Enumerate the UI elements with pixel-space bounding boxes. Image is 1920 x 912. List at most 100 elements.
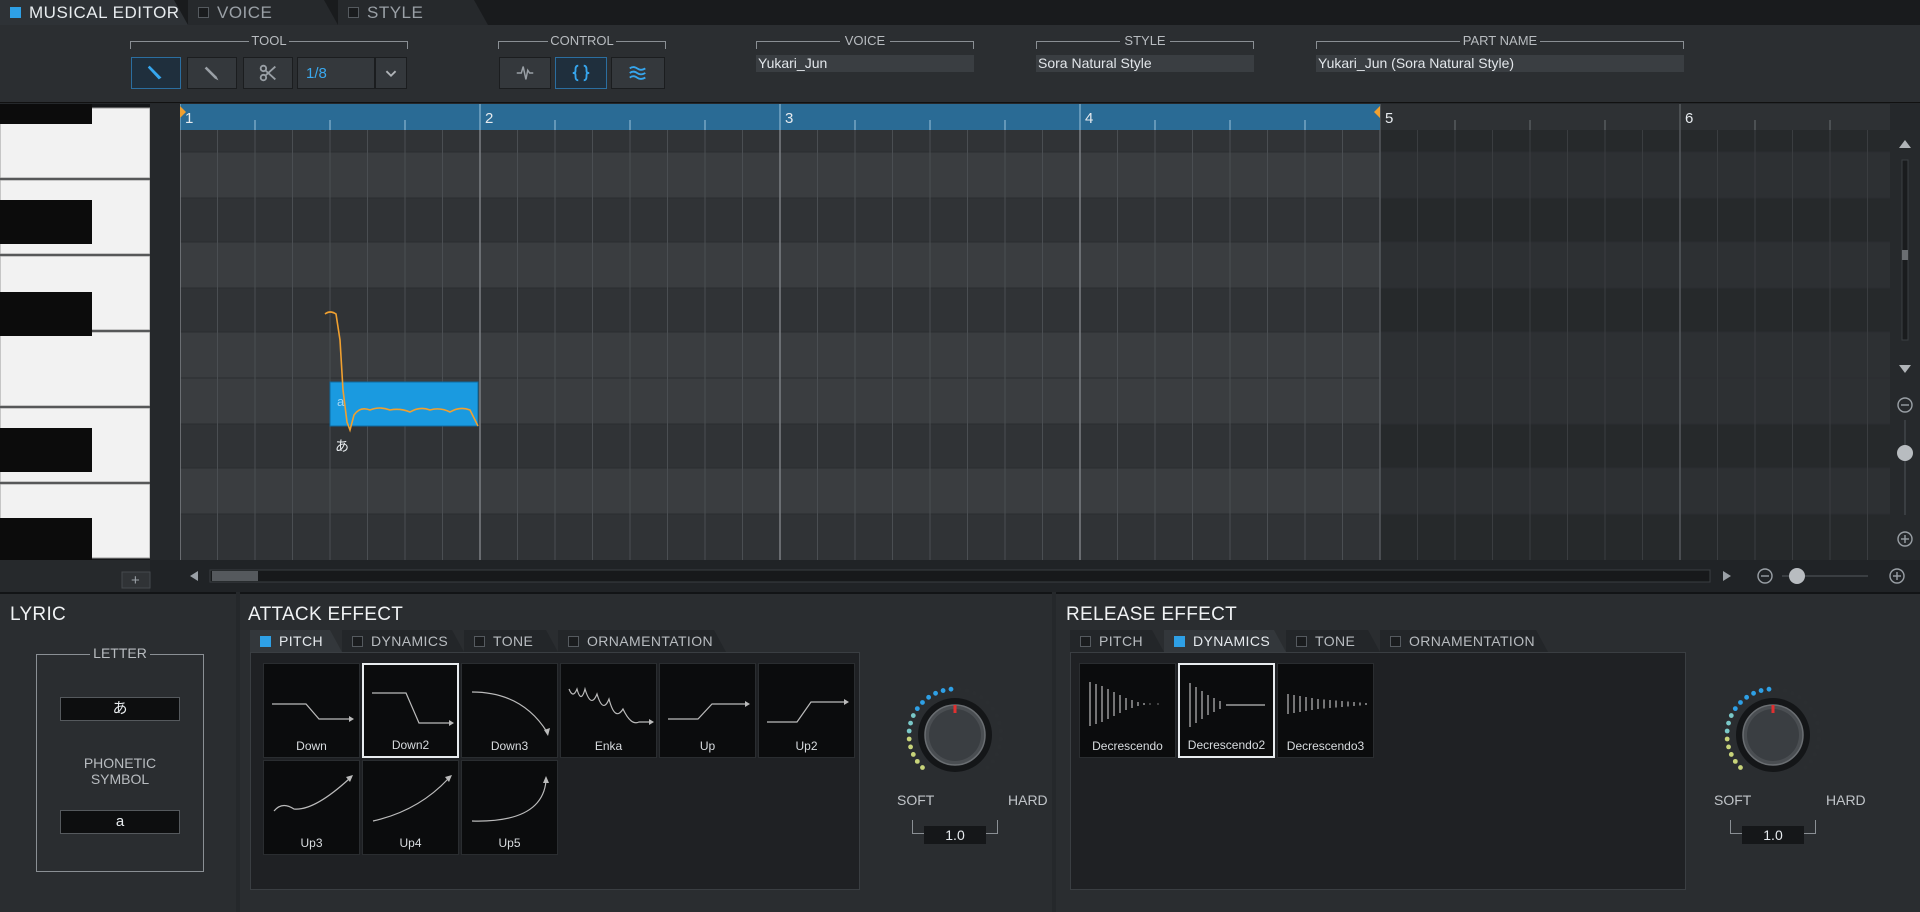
release-hard-label: HARD bbox=[1826, 792, 1866, 808]
knob-level-dot bbox=[906, 736, 912, 742]
timeline-ruler-outside-loop[interactable]: 5 6 bbox=[1380, 104, 1890, 130]
knob-level-dot bbox=[1758, 688, 1764, 693]
knob-level-dot bbox=[990, 706, 996, 712]
effect-label: Up5 bbox=[498, 836, 521, 850]
tab-voice[interactable]: VOICE bbox=[188, 0, 338, 25]
plus-icon: + bbox=[131, 572, 140, 589]
knob-level-dot bbox=[1726, 744, 1731, 750]
checkbox[interactable] bbox=[1080, 636, 1091, 647]
voice-group-title: VOICE bbox=[840, 33, 890, 48]
quantize-dropdown-button[interactable] bbox=[375, 57, 407, 89]
knob-level-dot bbox=[908, 720, 913, 726]
attack-intensity-value[interactable]: 1.0 bbox=[924, 826, 986, 844]
effect-tile-up5[interactable]: Up5 bbox=[461, 760, 558, 855]
effect-tile-decrescendo[interactable]: Decrescendo bbox=[1079, 663, 1176, 758]
effect-tile-enka[interactable]: Enka bbox=[560, 663, 657, 758]
style-field[interactable]: Sora Natural Style bbox=[1036, 55, 1254, 72]
knob-level-dot bbox=[1728, 713, 1734, 718]
attack-intensity-knob[interactable] bbox=[900, 680, 1010, 790]
checkbox[interactable] bbox=[474, 636, 485, 647]
effect-tile-up[interactable]: Up bbox=[659, 663, 756, 758]
vertical-zoom-slider-thumb[interactable] bbox=[1897, 445, 1913, 461]
effect-tile-up2[interactable]: Up2 bbox=[758, 663, 855, 758]
checkbox[interactable] bbox=[348, 7, 359, 18]
scroll-left-icon[interactable] bbox=[190, 571, 198, 581]
release-intensity-value[interactable]: 1.0 bbox=[1742, 826, 1804, 844]
tab-musical-editor[interactable]: MUSICAL EDITOR bbox=[0, 0, 188, 25]
knob-level-dot bbox=[910, 713, 916, 718]
effect-label: Decrescendo2 bbox=[1187, 738, 1266, 752]
brackets-control-button[interactable] bbox=[555, 57, 607, 89]
pencil-tool-button[interactable] bbox=[187, 57, 237, 89]
knob-level-dot bbox=[914, 758, 920, 764]
checkbox[interactable] bbox=[352, 636, 363, 647]
lyric-panel: LYRIC LETTER あ PHONETIC SYMBOL a bbox=[0, 592, 236, 912]
checkbox[interactable] bbox=[260, 636, 271, 647]
bar-number: 4 bbox=[1085, 110, 1094, 127]
vibrato-control-button[interactable] bbox=[611, 57, 665, 89]
knob-level-dot bbox=[1815, 744, 1820, 750]
attack-tab-ornamentation[interactable]: ORNAMENTATION bbox=[558, 630, 726, 652]
checkbox[interactable] bbox=[1296, 636, 1307, 647]
scroll-down-icon[interactable] bbox=[1899, 365, 1911, 373]
quantize-select[interactable]: 1/8 bbox=[297, 57, 375, 89]
effect-tile-down3[interactable]: Down3 bbox=[461, 663, 558, 758]
timeline-ruler[interactable]: 1 2 3 4 bbox=[180, 104, 1380, 130]
vertical-scrollbar[interactable] bbox=[1890, 130, 1920, 560]
pitch-control-button[interactable] bbox=[499, 57, 551, 89]
part-name-field[interactable]: Yukari_Jun (Sora Natural Style) bbox=[1316, 55, 1684, 72]
tab-label: MUSICAL EDITOR bbox=[29, 2, 180, 22]
release-intensity-knob[interactable] bbox=[1718, 680, 1828, 790]
scroll-thumb[interactable] bbox=[1902, 250, 1908, 260]
effect-tile-down[interactable]: Down bbox=[263, 663, 360, 758]
voice-field[interactable]: Yukari_Jun bbox=[756, 55, 974, 72]
checkbox[interactable] bbox=[198, 7, 209, 18]
phonetic-symbol-input[interactable]: a bbox=[60, 810, 180, 834]
scissors-tool-button[interactable] bbox=[243, 57, 293, 89]
checkbox[interactable] bbox=[10, 7, 21, 18]
attack-effect-title: ATTACK EFFECT bbox=[248, 604, 404, 625]
knob-level-dot bbox=[933, 690, 938, 696]
release-tab-tone[interactable]: TONE bbox=[1286, 630, 1380, 652]
letter-input[interactable]: あ bbox=[60, 697, 180, 721]
checkbox[interactable] bbox=[1390, 636, 1401, 647]
part-name-group-title: PART NAME bbox=[1460, 33, 1540, 48]
release-tab-dynamics[interactable]: DYNAMICS bbox=[1164, 630, 1286, 652]
knob-level-dot bbox=[920, 765, 925, 770]
effect-tile-decrescendo3[interactable]: Decrescendo3 bbox=[1277, 663, 1374, 758]
effect-label: Up3 bbox=[300, 836, 323, 850]
subtab-label: PITCH bbox=[1099, 633, 1143, 649]
ruler-ticks bbox=[1380, 104, 1831, 130]
scroll-up-icon[interactable] bbox=[1899, 140, 1911, 148]
tab-style[interactable]: STYLE bbox=[338, 0, 488, 25]
attack-tab-pitch[interactable]: PITCH bbox=[250, 630, 342, 652]
knob-level-dot bbox=[990, 758, 996, 764]
scroll-right-icon[interactable] bbox=[1723, 571, 1731, 581]
release-tab-ornamentation[interactable]: ORNAMENTATION bbox=[1380, 630, 1548, 652]
release-tab-pitch[interactable]: PITCH bbox=[1070, 630, 1164, 652]
knob-level-dot bbox=[914, 706, 920, 712]
horizontal-scroll-thumb[interactable] bbox=[212, 571, 258, 581]
effect-tile-down2[interactable]: Down2 bbox=[362, 663, 459, 758]
checkbox[interactable] bbox=[1174, 636, 1185, 647]
effect-label: Up bbox=[699, 739, 716, 753]
attack-tab-tone[interactable]: TONE bbox=[464, 630, 558, 652]
effect-tile-up3[interactable]: Up3 bbox=[263, 760, 360, 855]
checkbox[interactable] bbox=[568, 636, 579, 647]
pointer-tool-button[interactable] bbox=[131, 57, 181, 89]
attack-effect-list: Down Down2 Down3 Enka Up Up2 Up3 Up4 Up5 bbox=[250, 652, 860, 890]
attack-effect-panel: ATTACK EFFECT PITCH DYNAMICS TONE ORNAME… bbox=[240, 592, 1052, 912]
chevron-down-icon bbox=[385, 70, 397, 78]
attack-tab-dynamics[interactable]: DYNAMICS bbox=[342, 630, 464, 652]
tab-bar: MUSICAL EDITOR VOICE STYLE bbox=[0, 0, 1920, 25]
effect-tile-up4[interactable]: Up4 bbox=[362, 760, 459, 855]
effect-label: Up4 bbox=[399, 836, 422, 850]
horizontal-zoom-slider-thumb[interactable] bbox=[1789, 568, 1805, 584]
tool-group-title: TOOL bbox=[249, 33, 289, 48]
bar-number: 6 bbox=[1685, 110, 1694, 127]
piano-keyboard[interactable] bbox=[0, 104, 150, 560]
knob-level-dot bbox=[998, 728, 1004, 734]
piano-roll-grid[interactable]: a あ bbox=[180, 130, 1890, 560]
knob-level-dot bbox=[1766, 686, 1772, 692]
effect-tile-decrescendo2[interactable]: Decrescendo2 bbox=[1178, 663, 1275, 758]
